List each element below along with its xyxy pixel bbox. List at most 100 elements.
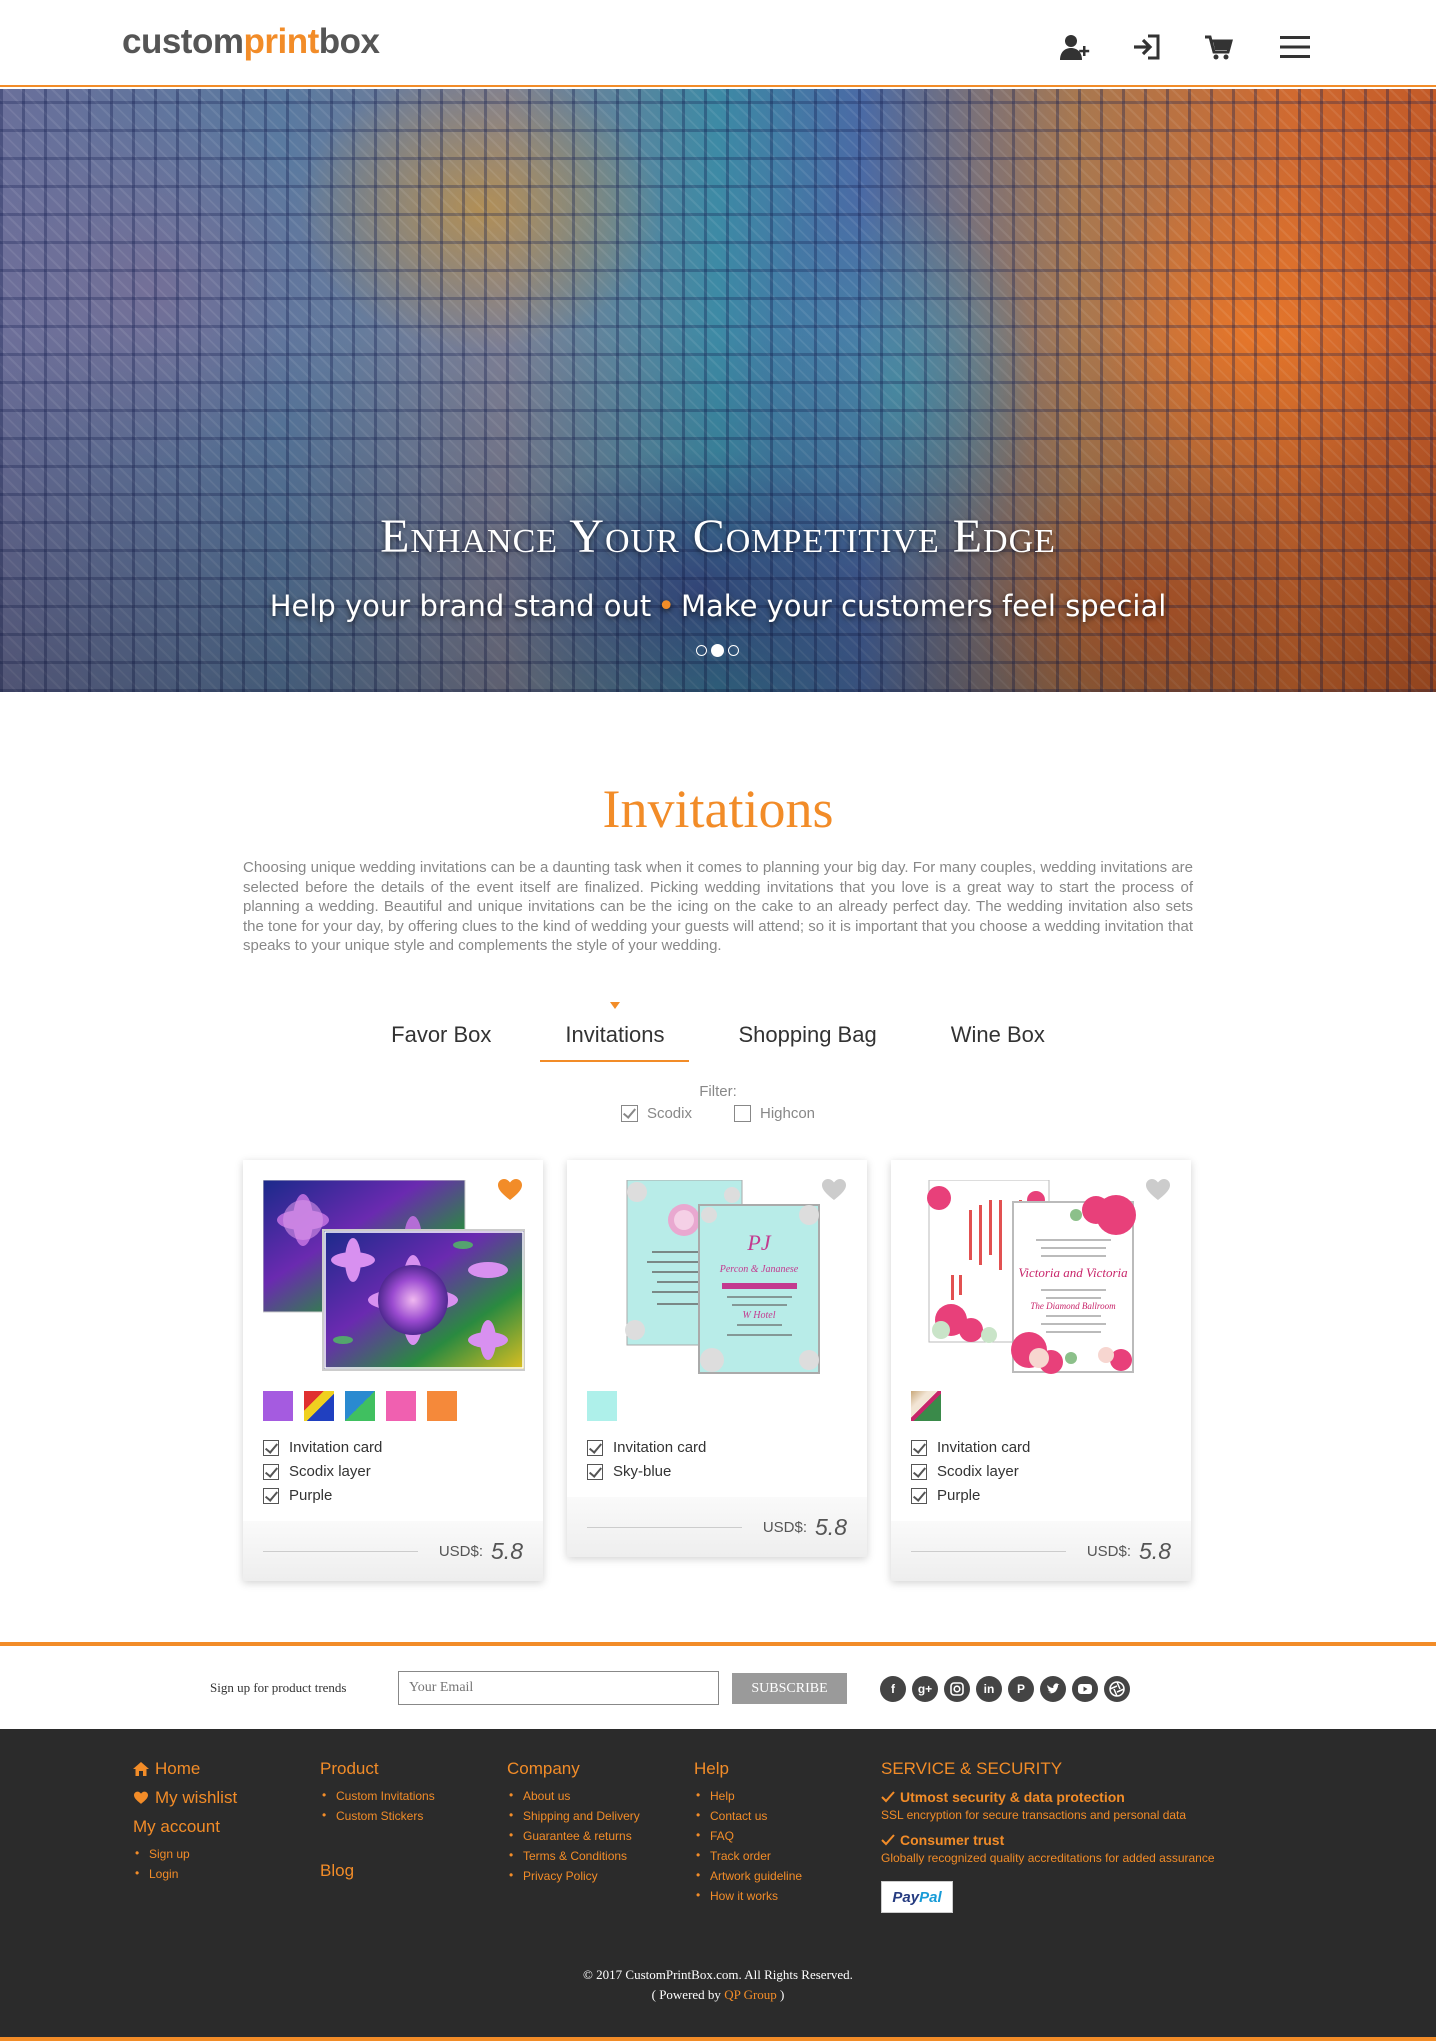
product-card[interactable]: Invitation card Scodix layer Purple USD$…	[243, 1160, 543, 1581]
carousel-dot-2[interactable]	[711, 644, 724, 657]
email-input[interactable]	[398, 1671, 719, 1705]
filter-highcon[interactable]: Highcon	[733, 1105, 815, 1122]
account-links: Sign up Login	[133, 1846, 237, 1881]
swatch-multicolor[interactable]	[304, 1391, 334, 1421]
tab-favor-box[interactable]: Favor Box	[366, 1008, 516, 1062]
footer-link[interactable]: Terms & Conditions	[507, 1848, 640, 1863]
product-card[interactable]: PJ Percon & Jananese W Hotel Invitation …	[567, 1160, 867, 1557]
security-item-text: Globally recognized quality accreditatio…	[881, 1851, 1215, 1865]
footer-col-account: Home My wishlist My account Sign up Logi…	[133, 1759, 237, 1887]
carousel-dots	[696, 644, 739, 657]
footer-col-company: Company About us Shipping and Delivery G…	[507, 1759, 640, 1889]
site-logo[interactable]: customprintbox	[122, 22, 380, 62]
swatch-purple[interactable]	[263, 1391, 293, 1421]
footer-link[interactable]: Contact us	[694, 1808, 802, 1823]
swatch-blue-green[interactable]	[345, 1391, 375, 1421]
footer-link[interactable]: Guarantee & returns	[507, 1828, 640, 1843]
footer-link[interactable]: How it works	[694, 1888, 802, 1903]
swatch-orange[interactable]	[427, 1391, 457, 1421]
footer-link[interactable]: FAQ	[694, 1828, 802, 1843]
footer-home-link[interactable]: Home	[133, 1759, 237, 1779]
pinterest-icon[interactable]: P	[1008, 1676, 1034, 1702]
footer-link[interactable]: Custom Stickers	[320, 1808, 435, 1823]
scodix-checkbox[interactable]	[620, 1105, 638, 1122]
check-icon	[881, 1834, 895, 1846]
footer-help-heading: Help	[694, 1759, 729, 1778]
tab-wine-box[interactable]: Wine Box	[926, 1008, 1070, 1062]
filter-options: Scodix Highcon	[0, 1105, 1436, 1122]
category-tabs: Favor Box Invitations Shopping Bag Wine …	[0, 1002, 1436, 1062]
tab-shopping-bag[interactable]: Shopping Bag	[713, 1008, 901, 1062]
check-icon	[881, 1791, 895, 1803]
cart-icon[interactable]	[1202, 30, 1236, 64]
color-swatches	[911, 1391, 1171, 1421]
filter-scodix[interactable]: Scodix	[620, 1105, 692, 1122]
carousel-dot-3[interactable]	[728, 645, 739, 656]
add-user-icon[interactable]	[1058, 30, 1092, 64]
feature-item: Sky-blue	[587, 1463, 847, 1480]
security-item-title: Utmost security & data protection	[881, 1789, 1215, 1805]
footer-link[interactable]: About us	[507, 1788, 640, 1803]
footer-link[interactable]: Privacy Policy	[507, 1868, 640, 1883]
menu-icon[interactable]	[1278, 30, 1312, 64]
footer-product-heading: Product	[320, 1759, 379, 1778]
paypal-logo: Pay Pal	[881, 1881, 953, 1913]
login-link[interactable]: Login	[133, 1866, 237, 1881]
product-image[interactable]	[262, 1179, 526, 1375]
footer-wishlist-link[interactable]: My wishlist	[133, 1788, 237, 1808]
color-swatches	[587, 1391, 847, 1421]
price-bar: USD$: 5.8	[891, 1521, 1191, 1581]
twitter-icon[interactable]	[1040, 1676, 1066, 1702]
footer-link[interactable]: Track order	[694, 1848, 802, 1863]
footer-blog-link[interactable]: Blog	[320, 1861, 435, 1881]
price-label: USD$:	[438, 1542, 484, 1560]
company-links: About us Shipping and Delivery Guarantee…	[507, 1788, 640, 1883]
feature-item: Invitation card	[263, 1439, 523, 1456]
instagram-icon[interactable]	[944, 1676, 970, 1702]
price-value: 5.8	[491, 1537, 523, 1564]
facebook-icon[interactable]: f	[880, 1676, 906, 1702]
subscribe-button[interactable]: SUBSCRIBE	[732, 1673, 847, 1704]
highcon-checkbox[interactable]	[733, 1105, 751, 1122]
qp-group-link[interactable]: QP Group	[724, 1987, 777, 2002]
svg-text:PJ: PJ	[746, 1230, 771, 1255]
swatch-sky-blue[interactable]	[587, 1391, 617, 1421]
signup-link[interactable]: Sign up	[133, 1846, 237, 1861]
footer-company-heading: Company	[507, 1759, 580, 1778]
swatch-pink[interactable]	[386, 1391, 416, 1421]
svg-text:The Diamond Ballroom: The Diamond Ballroom	[1030, 1301, 1116, 1311]
footer-link[interactable]: Help	[694, 1788, 802, 1803]
camera-shutter-icon[interactable]	[1104, 1676, 1130, 1702]
google-plus-icon[interactable]: g+	[912, 1676, 938, 1702]
login-icon[interactable]	[1130, 30, 1164, 64]
linkedin-icon[interactable]: in	[976, 1676, 1002, 1702]
price-bar: USD$: 5.8	[567, 1497, 867, 1557]
footer-link[interactable]: Custom Invitations	[320, 1788, 435, 1803]
price-label: USD$:	[762, 1518, 808, 1536]
footer-account-heading[interactable]: My account	[133, 1817, 237, 1837]
carousel-dot-1[interactable]	[696, 645, 707, 656]
feature-item: Purple	[911, 1487, 1171, 1504]
price-label: USD$:	[1086, 1542, 1132, 1560]
feature-item: Scodix layer	[263, 1463, 523, 1480]
hero-banner: Enhance Your Competitive Edge Help your …	[0, 89, 1436, 692]
subscribe-label: Sign up for product trends	[210, 1680, 347, 1695]
footer-link[interactable]: Shipping and Delivery	[507, 1808, 640, 1823]
svg-text:Victoria and Victoria: Victoria and Victoria	[1018, 1265, 1128, 1280]
footer-link[interactable]: Artwork guideline	[694, 1868, 802, 1883]
product-image[interactable]: PJ Percon & Jananese W Hotel	[587, 1179, 849, 1375]
product-image[interactable]: Victoria and Victoria The Diamond Ballro…	[911, 1179, 1173, 1375]
social-links: f g+ in P	[880, 1676, 1130, 1702]
section-description: Choosing unique wedding invitations can …	[243, 859, 1193, 954]
swatch-floral[interactable]	[911, 1391, 941, 1421]
tab-invitations[interactable]: Invitations	[540, 1002, 690, 1062]
filter-label: Filter:	[699, 1083, 737, 1100]
help-links: Help Contact us FAQ Track order Artwork …	[694, 1788, 802, 1903]
product-card[interactable]: Victoria and Victoria The Diamond Ballro…	[891, 1160, 1191, 1581]
footer-col-help: Help Help Contact us FAQ Track order Art…	[694, 1759, 802, 1909]
price-bar: USD$: 5.8	[243, 1521, 543, 1581]
youtube-icon[interactable]	[1072, 1676, 1098, 1702]
site-header: customprintbox	[0, 0, 1436, 87]
price-value: 5.8	[1139, 1537, 1171, 1564]
feature-item: Invitation card	[911, 1439, 1171, 1456]
